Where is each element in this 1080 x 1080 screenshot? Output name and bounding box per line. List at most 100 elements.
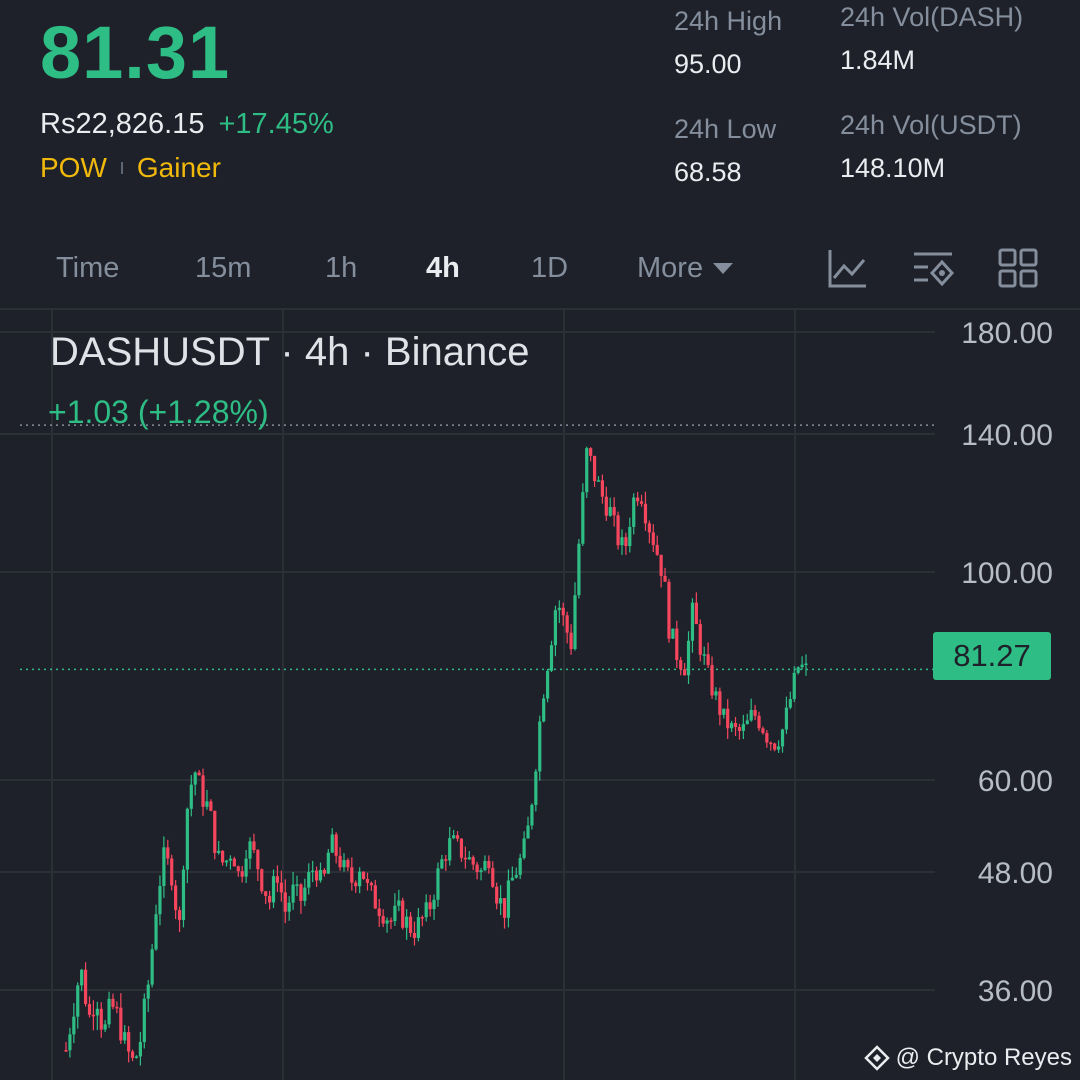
candle-body xyxy=(408,916,413,933)
tab-more[interactable]: More xyxy=(637,252,734,285)
tag-separator xyxy=(120,162,123,174)
grid-layout-icon[interactable] xyxy=(996,246,1040,290)
ticker-header: 81.31 Rs22,826.15 +17.45% POW Gainer 24h… xyxy=(0,0,1080,230)
tab-15m[interactable]: 15m xyxy=(195,252,251,285)
candle-body xyxy=(675,628,679,661)
candle-body xyxy=(592,455,597,482)
candle-body xyxy=(221,850,225,863)
candle-body xyxy=(217,850,221,853)
candle-body xyxy=(420,917,424,919)
stat-value: 148.10M xyxy=(840,153,946,183)
binance-logo-icon xyxy=(863,1045,890,1071)
candle-body xyxy=(193,772,197,785)
candle-body xyxy=(369,882,373,886)
last-price: 81.31 xyxy=(40,11,231,94)
candle-body xyxy=(365,878,370,883)
settings-sliders-icon[interactable] xyxy=(912,246,956,290)
candle-body xyxy=(326,852,330,874)
candle-body xyxy=(397,900,401,906)
tab-time[interactable]: Time xyxy=(56,252,119,285)
stat-label: 24h Vol(USDT) xyxy=(840,110,1022,140)
candle-body xyxy=(87,1004,92,1015)
candle-body xyxy=(714,691,718,696)
candle-body xyxy=(236,866,240,872)
candle-body xyxy=(796,667,800,673)
candle-body xyxy=(99,1008,103,1030)
candle-body xyxy=(166,847,170,859)
candle-body xyxy=(683,669,687,676)
tag-gainer[interactable]: Gainer xyxy=(137,152,221,184)
candle-body xyxy=(381,916,385,924)
candle-body xyxy=(769,742,773,745)
candle-body xyxy=(244,858,248,877)
candle-body xyxy=(780,729,785,747)
stat-24h-vol-quote: 24h Vol(USDT) 148.10M xyxy=(840,110,1022,184)
candle-body xyxy=(260,869,264,892)
candle-body xyxy=(745,720,749,725)
candle-body xyxy=(706,654,710,666)
stat-value: 68.58 xyxy=(674,157,742,187)
candle-body xyxy=(518,857,522,875)
watermark-text: @ Crypto Reyes xyxy=(895,1044,1072,1071)
candle-body xyxy=(545,670,550,699)
candle-body xyxy=(448,838,452,861)
candle-body xyxy=(718,691,722,715)
candle-body xyxy=(491,868,495,887)
candle-body xyxy=(612,507,616,516)
candle-body xyxy=(103,1024,107,1030)
candle-body xyxy=(68,1034,72,1051)
tab-4h[interactable]: 4h xyxy=(426,252,460,285)
tab-1h[interactable]: 1h xyxy=(325,252,357,285)
candle-body xyxy=(502,898,507,918)
candle-body xyxy=(757,715,761,729)
candle-body xyxy=(256,849,260,870)
candle-body xyxy=(557,607,561,611)
candle-body xyxy=(455,835,460,839)
candle-body xyxy=(440,859,444,869)
candle-body xyxy=(150,949,154,985)
candle-body xyxy=(213,810,217,853)
candle-body xyxy=(530,804,534,826)
candle-body xyxy=(197,772,201,776)
candle-body xyxy=(318,869,323,881)
candle-body xyxy=(698,624,702,655)
candle-body xyxy=(350,867,354,883)
indicator-chart-icon[interactable] xyxy=(826,246,870,290)
candle-body xyxy=(733,723,738,728)
candle-body xyxy=(303,887,307,901)
candle-body xyxy=(205,801,209,807)
candle-body xyxy=(377,908,381,917)
candle-body xyxy=(565,615,569,633)
candle-body xyxy=(581,492,585,544)
candle-body xyxy=(385,920,389,924)
candle-body xyxy=(412,932,417,939)
candle-body xyxy=(573,595,577,650)
tag-pow[interactable]: POW xyxy=(40,152,107,184)
candle-body xyxy=(702,654,706,656)
candle-body xyxy=(663,575,667,582)
candle-body xyxy=(174,885,178,911)
candle-body xyxy=(334,834,338,856)
candle-body xyxy=(185,808,189,870)
candle-body xyxy=(569,632,573,650)
tab-1d[interactable]: 1D xyxy=(531,252,568,285)
candle-body xyxy=(170,858,174,886)
chart-change: +1.03 (+1.28%) xyxy=(48,394,269,430)
candle-body xyxy=(526,825,530,839)
candle-body xyxy=(83,969,88,1005)
candle-body xyxy=(585,448,589,493)
candlestick-chart[interactable]: 180.00 140.00 100.00 60.00 48.00 36.00 DASHUS… xyxy=(0,310,1080,1080)
candle-body xyxy=(643,503,648,524)
candle-body xyxy=(111,998,115,1007)
candle-body xyxy=(549,645,554,671)
candle-body xyxy=(119,1007,123,1041)
candle-body xyxy=(522,838,526,858)
candle-body xyxy=(295,884,299,886)
candle-body xyxy=(804,663,808,666)
candle-body xyxy=(471,857,475,865)
candle-body xyxy=(287,902,291,912)
candle-body xyxy=(307,871,311,888)
stat-label: 24h High xyxy=(674,6,783,36)
candle-body xyxy=(553,610,558,646)
change-percent: +17.45% xyxy=(218,108,334,140)
